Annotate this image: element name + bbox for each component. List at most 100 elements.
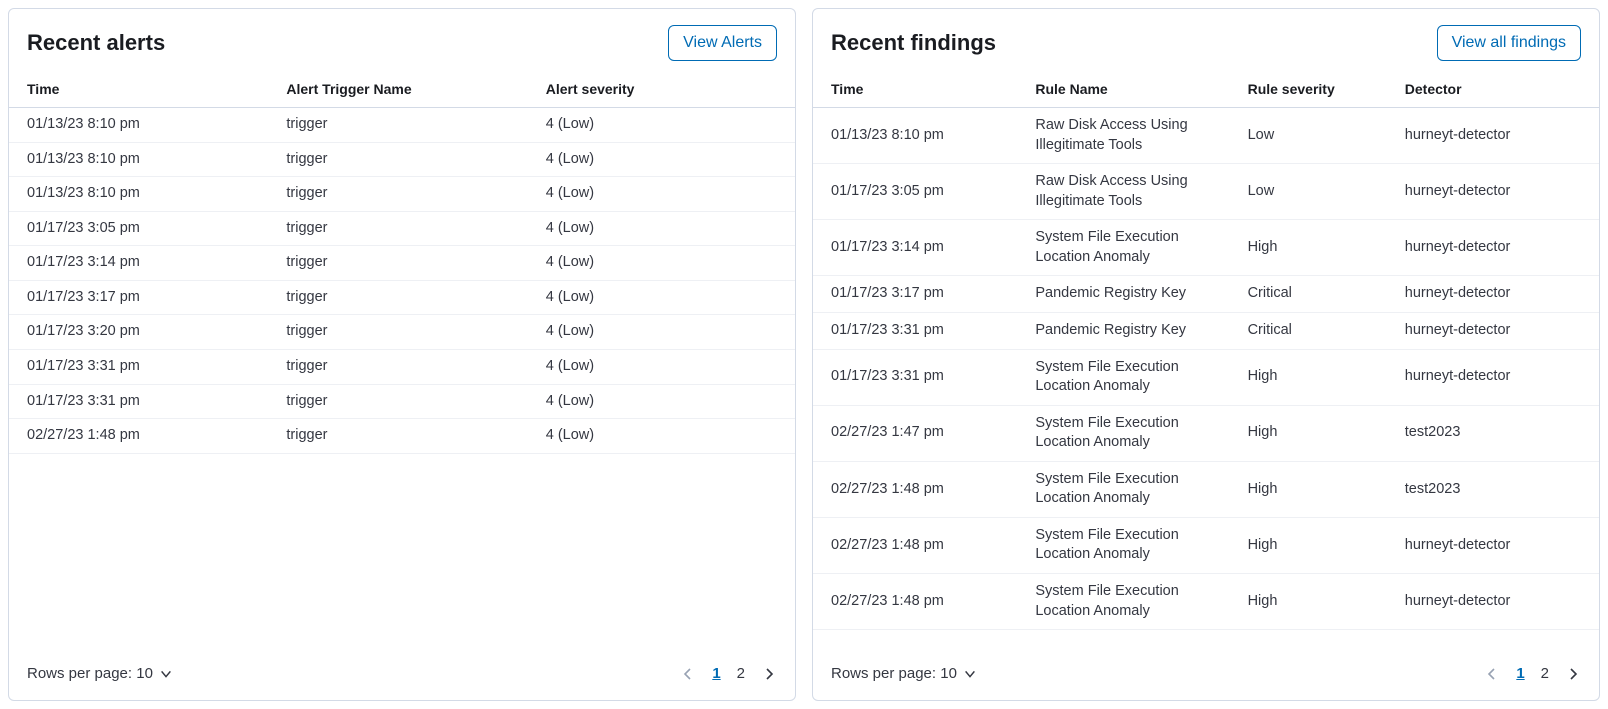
- cell-time: 02/27/23 1:47 pm: [813, 405, 1017, 461]
- cell-detector: hurneyt-detector: [1387, 574, 1599, 630]
- table-row[interactable]: 01/17/23 3:14 pmSystem File Execution Lo…: [813, 220, 1599, 276]
- cell-time: 01/13/23 8:10 pm: [9, 108, 268, 143]
- cell-time: 01/17/23 3:31 pm: [813, 349, 1017, 405]
- alerts-table-body: 01/13/23 8:10 pmtrigger4 (Low) 01/13/23 …: [9, 108, 795, 454]
- table-row[interactable]: 01/13/23 8:10 pmtrigger4 (Low): [9, 142, 795, 177]
- findings-table: Time Rule Name Rule severity Detector 01…: [813, 73, 1599, 630]
- cell-detector: hurneyt-detector: [1387, 517, 1599, 573]
- cell-time: 02/27/23 1:48 pm: [813, 574, 1017, 630]
- findings-page-1[interactable]: 1: [1516, 665, 1524, 682]
- cell-rule: Pandemic Registry Key: [1017, 312, 1229, 349]
- alerts-table-header-row: Time Alert Trigger Name Alert severity: [9, 73, 795, 108]
- alerts-col-severity[interactable]: Alert severity: [528, 73, 795, 108]
- cell-trigger: trigger: [268, 349, 527, 384]
- cell-time: 01/17/23 3:14 pm: [9, 246, 268, 281]
- table-row[interactable]: 02/27/23 1:47 pmSystem File Execution Lo…: [813, 405, 1599, 461]
- chevron-left-icon[interactable]: [680, 666, 696, 682]
- table-row[interactable]: 01/17/23 3:31 pmtrigger4 (Low): [9, 349, 795, 384]
- cell-time: 02/27/23 1:48 pm: [813, 517, 1017, 573]
- recent-alerts-title: Recent alerts: [27, 30, 165, 56]
- recent-alerts-header: Recent alerts View Alerts: [9, 9, 795, 73]
- alerts-footer: Rows per page: 10 1 2: [9, 651, 795, 700]
- cell-detector: test2023: [1387, 405, 1599, 461]
- table-row[interactable]: 02/27/23 1:48 pmSystem File Execution Lo…: [813, 574, 1599, 630]
- alerts-rows-per-page-label: Rows per page: 10: [27, 665, 153, 682]
- cell-trigger: trigger: [268, 384, 527, 419]
- cell-severity: High: [1230, 461, 1387, 517]
- recent-alerts-body: Time Alert Trigger Name Alert severity 0…: [9, 73, 795, 651]
- alerts-col-time[interactable]: Time: [9, 73, 268, 108]
- findings-col-detector[interactable]: Detector: [1387, 73, 1599, 108]
- cell-detector: hurneyt-detector: [1387, 276, 1599, 313]
- recent-findings-card: Recent findings View all findings Time R…: [812, 8, 1600, 701]
- cell-severity: 4 (Low): [528, 349, 795, 384]
- chevron-down-icon: [159, 667, 173, 681]
- table-row[interactable]: 01/13/23 8:10 pmRaw Disk Access Using Il…: [813, 108, 1599, 164]
- chevron-left-icon[interactable]: [1484, 666, 1500, 682]
- table-row[interactable]: 01/17/23 3:31 pmtrigger4 (Low): [9, 384, 795, 419]
- alerts-page-2[interactable]: 2: [737, 665, 745, 682]
- view-alerts-button[interactable]: View Alerts: [668, 25, 777, 61]
- cell-rule: System File Execution Location Anomaly: [1017, 574, 1229, 630]
- table-row[interactable]: 01/13/23 8:10 pmtrigger4 (Low): [9, 108, 795, 143]
- cell-time: 01/17/23 3:31 pm: [9, 384, 268, 419]
- table-row[interactable]: 01/17/23 3:05 pmRaw Disk Access Using Il…: [813, 164, 1599, 220]
- recent-alerts-card: Recent alerts View Alerts Time Alert Tri…: [8, 8, 796, 701]
- table-row[interactable]: 01/17/23 3:31 pmPandemic Registry KeyCri…: [813, 312, 1599, 349]
- cell-detector: test2023: [1387, 461, 1599, 517]
- findings-rows-per-page[interactable]: Rows per page: 10: [831, 665, 977, 682]
- table-row[interactable]: 01/17/23 3:14 pmtrigger4 (Low): [9, 246, 795, 281]
- alerts-page-1[interactable]: 1: [712, 665, 720, 682]
- table-row[interactable]: 01/17/23 3:20 pmtrigger4 (Low): [9, 315, 795, 350]
- chevron-right-icon[interactable]: [1565, 666, 1581, 682]
- findings-rows-per-page-label: Rows per page: 10: [831, 665, 957, 682]
- findings-table-body: 01/13/23 8:10 pmRaw Disk Access Using Il…: [813, 108, 1599, 630]
- findings-footer: Rows per page: 10 1 2: [813, 651, 1599, 700]
- cell-severity: Critical: [1230, 312, 1387, 349]
- findings-page-2[interactable]: 2: [1541, 665, 1549, 682]
- cell-time: 01/17/23 3:05 pm: [813, 164, 1017, 220]
- cell-severity: 4 (Low): [528, 315, 795, 350]
- findings-col-severity[interactable]: Rule severity: [1230, 73, 1387, 108]
- cell-severity: High: [1230, 349, 1387, 405]
- cell-detector: hurneyt-detector: [1387, 312, 1599, 349]
- cell-time: 01/17/23 3:17 pm: [9, 280, 268, 315]
- cell-time: 01/17/23 3:05 pm: [9, 211, 268, 246]
- cell-trigger: trigger: [268, 177, 527, 212]
- cell-rule: Raw Disk Access Using Illegitimate Tools: [1017, 108, 1229, 164]
- alerts-pager: 1 2: [680, 665, 777, 682]
- table-row[interactable]: 01/17/23 3:31 pmSystem File Execution Lo…: [813, 349, 1599, 405]
- table-row[interactable]: 01/13/23 8:10 pmtrigger4 (Low): [9, 177, 795, 212]
- cell-trigger: trigger: [268, 108, 527, 143]
- findings-col-time[interactable]: Time: [813, 73, 1017, 108]
- table-row[interactable]: 02/27/23 1:48 pmtrigger4 (Low): [9, 419, 795, 454]
- cell-detector: hurneyt-detector: [1387, 220, 1599, 276]
- cell-rule: Raw Disk Access Using Illegitimate Tools: [1017, 164, 1229, 220]
- cell-severity: Critical: [1230, 276, 1387, 313]
- alerts-rows-per-page[interactable]: Rows per page: 10: [27, 665, 173, 682]
- cell-severity: High: [1230, 405, 1387, 461]
- alerts-col-trigger[interactable]: Alert Trigger Name: [268, 73, 527, 108]
- chevron-right-icon[interactable]: [761, 666, 777, 682]
- cell-severity: 4 (Low): [528, 142, 795, 177]
- view-all-findings-button[interactable]: View all findings: [1437, 25, 1581, 61]
- cell-severity: 4 (Low): [528, 211, 795, 246]
- table-row[interactable]: 02/27/23 1:48 pmSystem File Execution Lo…: [813, 461, 1599, 517]
- cell-severity: High: [1230, 220, 1387, 276]
- table-row[interactable]: 01/17/23 3:05 pmtrigger4 (Low): [9, 211, 795, 246]
- cell-time: 01/17/23 3:20 pm: [9, 315, 268, 350]
- cell-severity: 4 (Low): [528, 280, 795, 315]
- cell-detector: hurneyt-detector: [1387, 349, 1599, 405]
- cell-detector: hurneyt-detector: [1387, 164, 1599, 220]
- cell-severity: Low: [1230, 164, 1387, 220]
- recent-findings-body: Time Rule Name Rule severity Detector 01…: [813, 73, 1599, 651]
- cell-trigger: trigger: [268, 142, 527, 177]
- findings-col-rule[interactable]: Rule Name: [1017, 73, 1229, 108]
- table-row[interactable]: 01/17/23 3:17 pmtrigger4 (Low): [9, 280, 795, 315]
- recent-findings-header: Recent findings View all findings: [813, 9, 1599, 73]
- table-row[interactable]: 01/17/23 3:17 pmPandemic Registry KeyCri…: [813, 276, 1599, 313]
- cell-severity: 4 (Low): [528, 177, 795, 212]
- table-row[interactable]: 02/27/23 1:48 pmSystem File Execution Lo…: [813, 517, 1599, 573]
- alerts-table: Time Alert Trigger Name Alert severity 0…: [9, 73, 795, 454]
- cell-trigger: trigger: [268, 419, 527, 454]
